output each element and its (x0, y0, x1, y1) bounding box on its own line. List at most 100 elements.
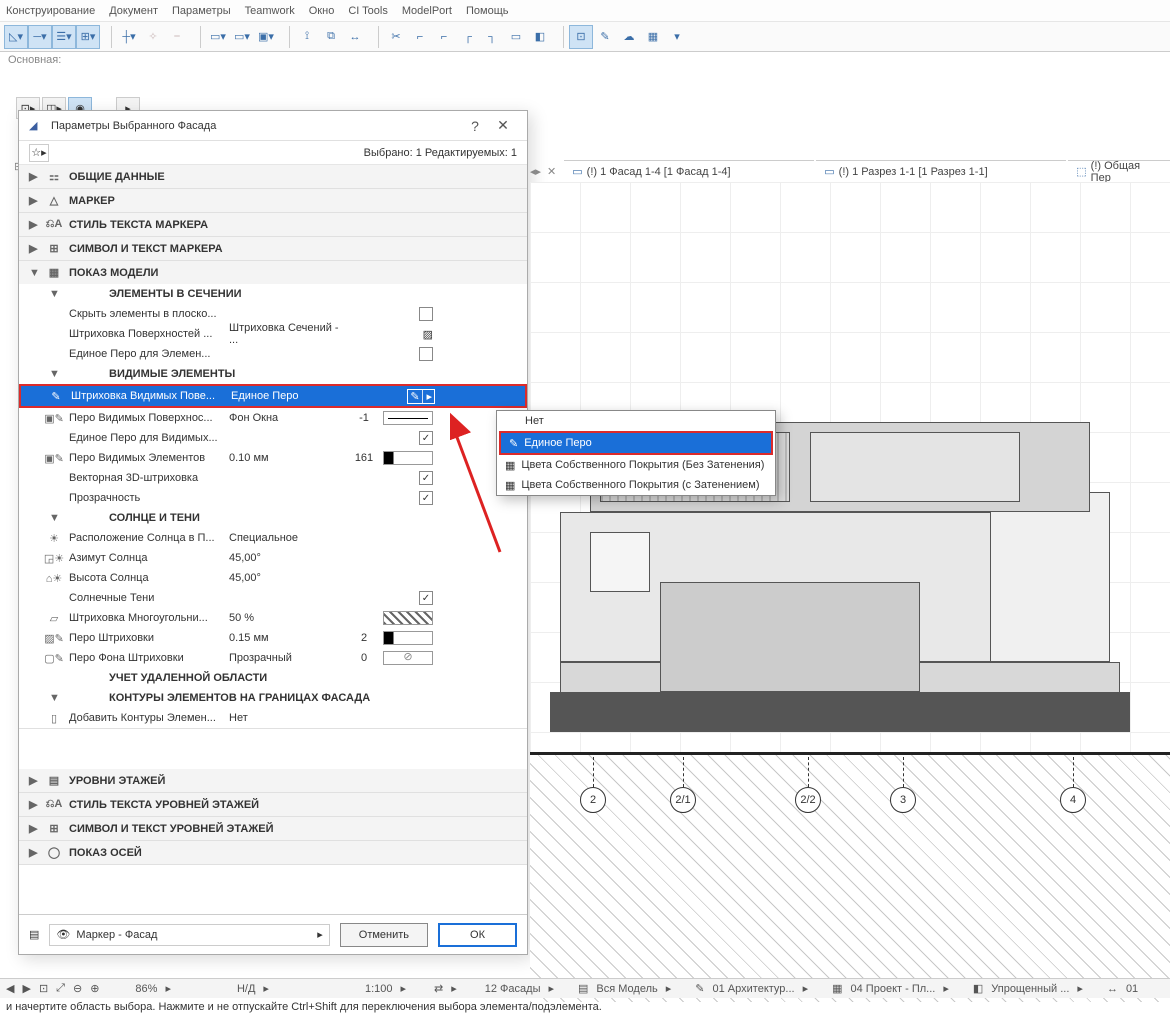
tab-section-1-1[interactable]: ▭(!) 1 Разрез 1-1 [1 Разрез 1-1] (816, 160, 1066, 182)
tool-show[interactable]: ▦ (641, 25, 665, 49)
tool-angle[interactable]: ✧ (141, 25, 165, 49)
group-visible-elements[interactable]: ▼ВИДИМЫЕ ЭЛЕМЕНТЫ (19, 364, 527, 384)
group-sun-shadow[interactable]: ▼СОЛНЦЕ И ТЕНИ (19, 508, 527, 528)
status-view[interactable]: 12 Фасады (485, 983, 541, 995)
scale-value[interactable]: 1:100 (365, 983, 393, 995)
section-general[interactable]: ▶⚏ОБЩИЕ ДАННЫЕ (19, 165, 527, 188)
status-mvo[interactable]: 04 Проект - Пл... (851, 983, 936, 995)
menu-citools[interactable]: CI Tools (348, 5, 388, 17)
tab-general-persp[interactable]: ⬚(!) Общая Пер (1068, 160, 1170, 182)
tool-measure[interactable]: ⟟ (295, 25, 319, 49)
row-vector-3d[interactable]: Векторная 3D-штриховка✓ (19, 468, 527, 488)
trans-swatch[interactable] (383, 651, 433, 665)
row-surface-hatch[interactable]: Штриховка Поверхностей ...Штриховка Сече… (19, 324, 527, 344)
marker-preset-picker[interactable]: 👁 Маркер - Фасад ▸ (49, 924, 329, 946)
hide-elem-checkbox[interactable] (419, 307, 433, 321)
menu-modelport[interactable]: ModelPort (402, 5, 452, 17)
shadows-cbx[interactable]: ✓ (419, 591, 433, 605)
popup-item-none[interactable]: Нет (497, 411, 775, 431)
section-story-levels[interactable]: ▶▤УРОВНИ ЭТАЖЕЙ (19, 769, 527, 792)
row-sun-position[interactable]: ☀Расположение Солнца в П...Специальное (19, 528, 527, 548)
dropdown-icon[interactable]: ✎│▸ (407, 389, 435, 404)
row-add-contours[interactable]: ▯Добавить Контуры Элемен...Нет (19, 708, 527, 728)
tool-ruler[interactable]: ⧉ (319, 25, 343, 49)
popup-item-own-colors-shade[interactable]: ▦Цвета Собственного Покрытия (с Затенени… (497, 475, 775, 495)
row-single-pen-elem[interactable]: Единое Перо для Элемен... (19, 344, 527, 364)
tool-line[interactable]: ─▾ (28, 25, 52, 49)
row-visible-surf-hatch[interactable]: ✎Штриховка Видимых Пове...Единое Перо✎│▸ (19, 384, 527, 408)
status-go[interactable]: Упрощенный ... (991, 983, 1069, 995)
tool-tape[interactable]: ↔ (343, 25, 367, 49)
tool-cut[interactable]: ✂ (384, 25, 408, 49)
section-marker-text[interactable]: ▶⎌AСТИЛЬ ТЕКСТА МАРКЕРА (19, 213, 527, 236)
row-sun-altitude[interactable]: ⌂☀Высота Солнца45,00° (19, 568, 527, 588)
tool-mod1[interactable]: ⌐ (408, 25, 432, 49)
tool-expand[interactable]: ▾ (665, 25, 689, 49)
zoom-rect-icon[interactable]: ⊡ (39, 982, 48, 995)
drawing-canvas[interactable]: 2 2/1 2/2 3 4 (530, 182, 1170, 976)
tab-expand-left[interactable]: ◂▸ (530, 165, 541, 178)
tool-mod2[interactable]: ⌐ (432, 25, 456, 49)
section-axis-display[interactable]: ▶◯ПОКАЗ ОСЕЙ (19, 841, 527, 864)
cancel-button[interactable]: Отменить (340, 923, 428, 947)
zoom-out-icon[interactable]: ⊖ (73, 982, 82, 995)
nav-right-icon[interactable]: ▶ (22, 982, 30, 995)
section-story-symbol[interactable]: ▶⊞СИМВОЛ И ТЕКСТ УРОВНЕЙ ЭТАЖЕЙ (19, 817, 527, 840)
status-penset[interactable]: 01 Архитектур... (713, 983, 795, 995)
tool-grid[interactable]: ☰▾ (52, 25, 76, 49)
row-poly-hatch[interactable]: ▱Штриховка Многоугольни...50 % (19, 608, 527, 628)
vector3d-cbx[interactable]: ✓ (419, 471, 433, 485)
row-transparency[interactable]: Прозрачность✓ (19, 488, 527, 508)
trans-cbx[interactable]: ✓ (419, 491, 433, 505)
zoom-in-icon[interactable]: ⊕ (90, 982, 99, 995)
zoom-fit-icon[interactable]: ⤢ (56, 982, 65, 995)
tool-mod5[interactable]: ▭ (504, 25, 528, 49)
status-model[interactable]: Вся Модель (596, 983, 657, 995)
section-marker[interactable]: ▶△МАРКЕР (19, 189, 527, 212)
tool-pencil[interactable]: ✎ (593, 25, 617, 49)
row-hatch-pen[interactable]: ▨✎Перо Штриховки0.15 мм2 (19, 628, 527, 648)
tool-clip[interactable]: ▣▾ (254, 25, 278, 49)
pen2-swatch[interactable] (383, 631, 433, 645)
menu-help[interactable]: Помощь (466, 5, 509, 17)
row-sun-azimuth[interactable]: ◲☀Азимут Солнца45,00° (19, 548, 527, 568)
row-hatch-bg-pen[interactable]: ▢✎Перо Фона ШтриховкиПрозрачный0 (19, 648, 527, 668)
nav-left-icon[interactable]: ◀ (6, 982, 14, 995)
status-nd[interactable]: Н/Д (237, 983, 255, 995)
tool-arrow[interactable]: ◺▾ (4, 25, 28, 49)
single-pen-vis-cbx[interactable]: ✓ (419, 431, 433, 445)
row-single-pen-visible[interactable]: Единое Перо для Видимых...✓ (19, 428, 527, 448)
ok-button[interactable]: ОК (438, 923, 517, 947)
group-section-elements[interactable]: ▼ЭЛЕМЕНТЫ В СЕЧЕНИИ (19, 284, 527, 304)
tab-close-prev[interactable]: ✕ (547, 165, 556, 178)
menu-doc[interactable]: Документ (109, 5, 158, 17)
row-visible-elem-pen[interactable]: ▣✎Перо Видимых Элементов0.10 мм161 (19, 448, 527, 468)
pen161-swatch[interactable] (383, 451, 433, 465)
tool-mod4[interactable]: ┐ (480, 25, 504, 49)
pen-swatch[interactable] (383, 411, 433, 425)
section-marker-symbol[interactable]: ▶⊞СИМВОЛ И ТЕКСТ МАРКЕРА (19, 237, 527, 260)
tab-facade-1-4[interactable]: ▭(!) 1 Фасад 1-4 [1 Фасад 1-4] (564, 160, 814, 182)
group-removed-area[interactable]: УЧЕТ УДАЛЕННОЙ ОБЛАСТИ (19, 668, 527, 688)
dialog-close-button[interactable]: ✕ (489, 115, 517, 137)
zoom-value[interactable]: 86% (135, 983, 157, 995)
section-model-display[interactable]: ▼▦ПОКАЗ МОДЕЛИ (19, 261, 527, 284)
menu-teamwork[interactable]: Teamwork (245, 5, 295, 17)
popup-item-own-colors[interactable]: ▦Цвета Собственного Покрытия (Без Затене… (497, 455, 775, 475)
dialog-help-button[interactable]: ? (461, 115, 489, 137)
single-pen-checkbox[interactable] (419, 347, 433, 361)
tool-select[interactable]: ⊡ (569, 25, 593, 49)
tool-dup[interactable]: ▭▾ (230, 25, 254, 49)
tool-mod3[interactable]: ┌ (456, 25, 480, 49)
favorite-button[interactable]: ☆▸ (29, 144, 49, 162)
tool-mod6[interactable]: ◧ (528, 25, 552, 49)
menu-window[interactable]: Окно (309, 5, 335, 17)
status-dim[interactable]: 01 (1126, 983, 1138, 995)
hatch-swatch[interactable] (383, 611, 433, 625)
tool-guide[interactable]: ⎯ (165, 25, 189, 49)
tool-rect[interactable]: ▭▾ (206, 25, 230, 49)
group-boundary-contours[interactable]: ▼КОНТУРЫ ЭЛЕМЕНТОВ НА ГРАНИЦАХ ФАСАДА (19, 688, 527, 708)
tool-snap[interactable]: ⊞▾ (76, 25, 100, 49)
tool-cloud[interactable]: ☁ (617, 25, 641, 49)
section-story-text-style[interactable]: ▶⎌AСТИЛЬ ТЕКСТА УРОВНЕЙ ЭТАЖЕЙ (19, 793, 527, 816)
